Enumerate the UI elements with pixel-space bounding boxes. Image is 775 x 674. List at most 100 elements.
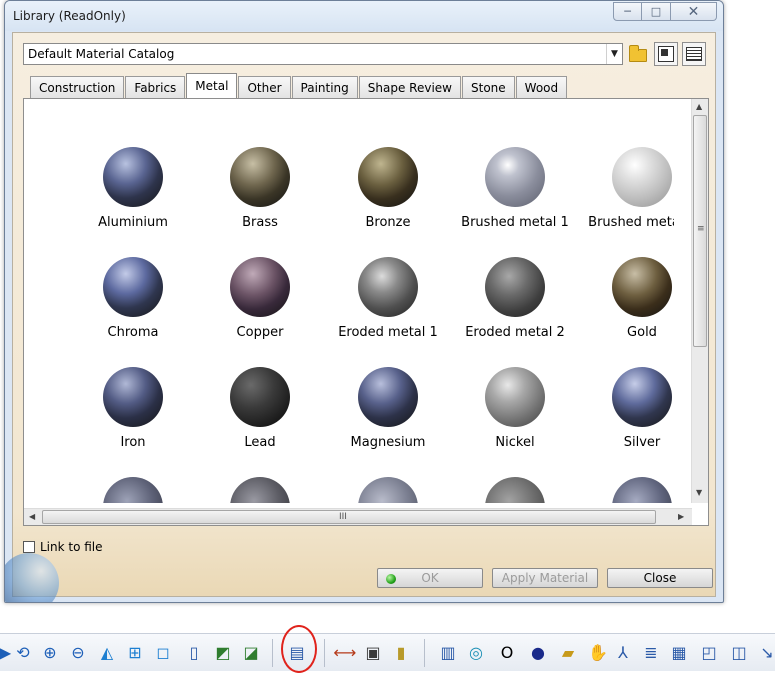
multi-view-icon[interactable]: ⊞ bbox=[124, 642, 146, 664]
dialog-body: Default Material Catalog ▼ Construction F… bbox=[5, 32, 716, 602]
material-lead[interactable]: Lead bbox=[197, 367, 323, 450]
tab-shape-review[interactable]: Shape Review bbox=[358, 76, 461, 98]
material-swatch-icon bbox=[485, 257, 545, 317]
vertical-scrollbar[interactable]: ▲ ≡ ▼ bbox=[691, 99, 708, 503]
material-partial-17[interactable] bbox=[197, 477, 323, 503]
column-chart-icon[interactable]: ▥ bbox=[437, 642, 459, 664]
material-bronze[interactable]: Bronze bbox=[325, 147, 451, 230]
scroll-left-icon[interactable]: ◀ bbox=[29, 512, 35, 521]
material-partial-16[interactable] bbox=[70, 477, 196, 503]
normal-view-icon[interactable]: ◭ bbox=[96, 642, 118, 664]
open-catalog-button[interactable] bbox=[626, 42, 650, 66]
close-button[interactable]: Close bbox=[607, 568, 713, 588]
hand-icon[interactable]: ✋ bbox=[587, 642, 609, 664]
tab-metal[interactable]: Metal bbox=[186, 73, 238, 98]
material-swatch-icon bbox=[612, 477, 672, 503]
maximize-button[interactable]: □ bbox=[642, 2, 671, 21]
vertical-scroll-thumb[interactable]: ≡ bbox=[693, 115, 707, 347]
material-swatch-icon bbox=[358, 147, 418, 207]
swap-space-icon[interactable]: ◪ bbox=[240, 642, 262, 664]
screen: Library (ReadOnly) ─ □ ✕ Default Materia… bbox=[0, 0, 775, 674]
material-swatch-icon bbox=[612, 367, 672, 427]
box-icon[interactable]: ◫ bbox=[728, 642, 750, 664]
measure-icon[interactable]: ⟷ bbox=[334, 642, 357, 664]
zoom-out-icon[interactable]: ⊖ bbox=[67, 642, 89, 664]
apply-material-button[interactable]: Apply Material bbox=[492, 568, 598, 588]
material-silver[interactable]: Silver bbox=[579, 367, 674, 450]
material-aluminium[interactable]: Aluminium bbox=[70, 147, 196, 230]
chevron-down-icon[interactable]: ▼ bbox=[606, 44, 622, 64]
iso-view-icon[interactable]: ◻ bbox=[152, 642, 174, 664]
material-nickel[interactable]: Nickel bbox=[452, 367, 578, 450]
maximize-icon: □ bbox=[650, 5, 662, 18]
scroll-down-icon[interactable]: ▼ bbox=[696, 488, 702, 497]
link-to-file-option[interactable]: Link to file bbox=[23, 540, 103, 554]
minimize-button[interactable]: ─ bbox=[613, 2, 642, 21]
material-partial-18[interactable] bbox=[325, 477, 451, 503]
catalog-dropdown[interactable]: Default Material Catalog ▼ bbox=[23, 43, 623, 65]
hide-show-icon[interactable]: ◩ bbox=[212, 642, 234, 664]
ok-button-label: OK bbox=[421, 571, 439, 585]
material-partial-19[interactable] bbox=[452, 477, 578, 503]
list-view-button[interactable] bbox=[682, 42, 706, 66]
material-brushed-metal-2[interactable]: Brushed metal 2 bbox=[579, 147, 674, 230]
minimize-icon: ─ bbox=[624, 5, 631, 18]
mass-icon[interactable]: ▮ bbox=[390, 642, 412, 664]
thumbnail-view-button[interactable] bbox=[654, 42, 678, 66]
spiral-icon[interactable]: ◎ bbox=[465, 642, 487, 664]
globe-watermark-icon bbox=[5, 553, 59, 602]
circle-solid-icon[interactable]: ● bbox=[527, 642, 549, 664]
material-label: Aluminium bbox=[98, 215, 168, 230]
material-swatch-icon bbox=[103, 367, 163, 427]
zoom-in-icon[interactable]: ⊕ bbox=[39, 642, 61, 664]
tab-wood[interactable]: Wood bbox=[515, 76, 568, 98]
scroll-right-icon[interactable]: ▶ bbox=[678, 512, 684, 521]
tab-stone[interactable]: Stone bbox=[462, 76, 515, 98]
cube-dropdown-icon[interactable]: ◰ bbox=[698, 642, 720, 664]
material-chroma[interactable]: Chroma bbox=[70, 257, 196, 340]
horizontal-scrollbar[interactable]: ◀ III ▶ bbox=[24, 508, 692, 525]
ok-button[interactable]: OK bbox=[377, 568, 483, 588]
scroll-up-icon[interactable]: ▲ bbox=[696, 102, 702, 111]
axis-icon[interactable]: ⅄ bbox=[612, 642, 634, 664]
material-eroded-metal-1[interactable]: Eroded metal 1 bbox=[325, 257, 451, 340]
tab-fabrics[interactable]: Fabrics bbox=[125, 76, 186, 98]
grid-icon[interactable]: ▦ bbox=[668, 642, 690, 664]
tab-construction[interactable]: Construction bbox=[30, 76, 125, 98]
tab-other[interactable]: Other bbox=[238, 76, 291, 98]
materials-grid: Aluminium Brass Bronze Brushed metal 1 Brush… bbox=[24, 99, 674, 503]
material-label: Brass bbox=[242, 215, 278, 230]
material-brass[interactable]: Brass bbox=[197, 147, 323, 230]
title-bar[interactable]: Library (ReadOnly) ─ □ ✕ bbox=[5, 1, 723, 31]
horizontal-scroll-thumb[interactable]: III bbox=[42, 510, 656, 524]
material-gold[interactable]: Gold bbox=[579, 257, 674, 340]
circle-outline-icon[interactable]: O bbox=[496, 642, 518, 664]
materials-panel: Aluminium Brass Bronze Brushed metal 1 Brush… bbox=[23, 98, 709, 526]
material-label: Lead bbox=[244, 435, 276, 450]
cylinder-icon[interactable]: ▯ bbox=[183, 642, 205, 664]
material-brushed-metal-1[interactable]: Brushed metal 1 bbox=[452, 147, 578, 230]
measure-item-icon[interactable]: ▣ bbox=[362, 642, 384, 664]
material-label: Brushed metal 2 bbox=[588, 215, 674, 230]
link-to-file-checkbox[interactable] bbox=[23, 541, 35, 553]
close-window-button[interactable]: ✕ bbox=[671, 2, 717, 21]
material-copper[interactable]: Copper bbox=[197, 257, 323, 340]
material-swatch-icon bbox=[485, 147, 545, 207]
layers-icon[interactable]: ▰ bbox=[557, 642, 579, 664]
close-button-label: Close bbox=[643, 571, 677, 585]
tab-painting[interactable]: Painting bbox=[291, 76, 358, 98]
material-eroded-metal-2[interactable]: Eroded metal 2 bbox=[452, 257, 578, 340]
material-iron[interactable]: Iron bbox=[70, 367, 196, 450]
material-magnesium[interactable]: Magnesium bbox=[325, 367, 451, 450]
tree-icon[interactable]: ≣ bbox=[640, 642, 662, 664]
status-led-icon bbox=[386, 574, 396, 584]
arrow-icon[interactable]: ↘ bbox=[756, 642, 775, 664]
fly-icon[interactable]: ⟲ bbox=[12, 642, 34, 664]
apply-material-icon[interactable]: ▤ bbox=[286, 642, 308, 664]
material-swatch-icon bbox=[230, 367, 290, 427]
material-partial-20[interactable] bbox=[579, 477, 674, 503]
material-label: Chroma bbox=[107, 325, 159, 340]
list-view-icon bbox=[686, 47, 702, 61]
close-icon: ✕ bbox=[687, 3, 700, 20]
material-swatch-icon bbox=[103, 477, 163, 503]
